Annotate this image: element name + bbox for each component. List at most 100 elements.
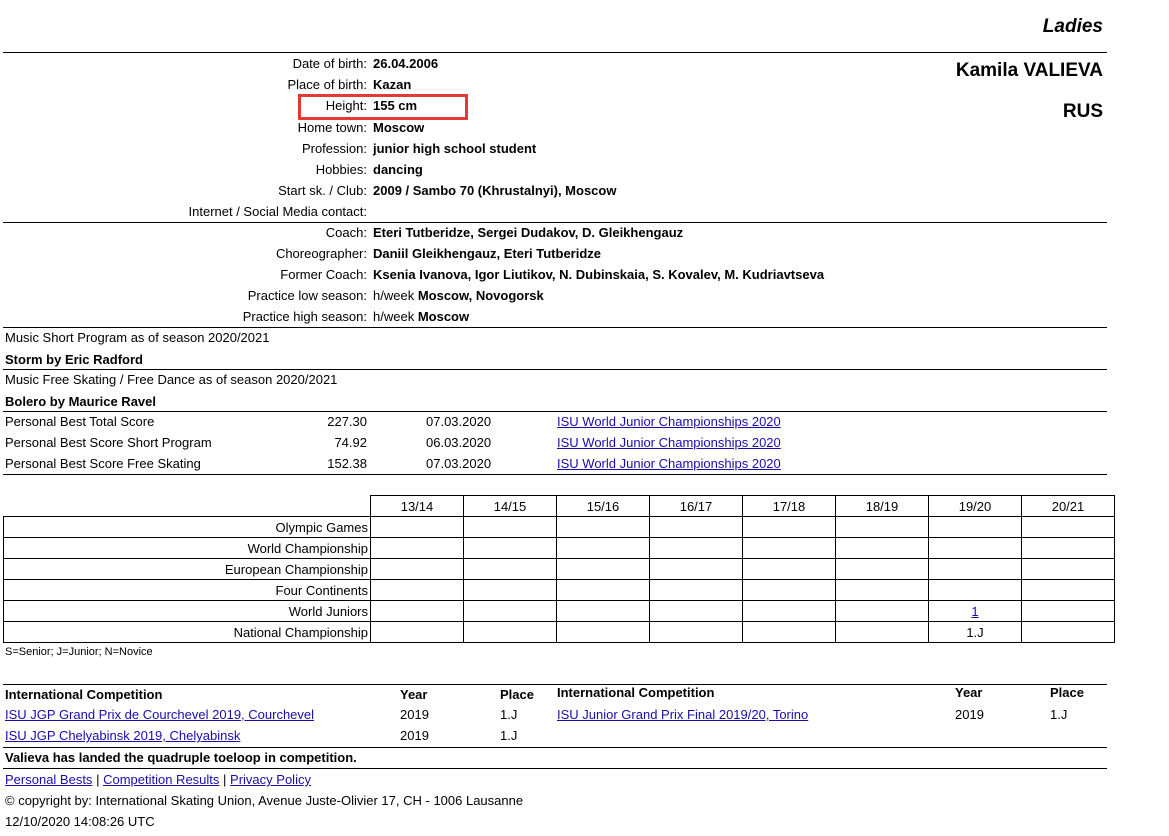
results-cell xyxy=(556,579,650,601)
bio-label: Internet / Social Media contact: xyxy=(188,204,367,220)
results-cell xyxy=(463,579,557,601)
results-cell xyxy=(370,558,464,580)
divider xyxy=(3,768,1107,769)
bio-value: 26.04.2006 xyxy=(373,56,439,71)
coaching-value-text: Moscow, Novogorsk xyxy=(417,288,544,303)
timestamp: 12/10/2020 14:08:26 UTC xyxy=(5,814,155,829)
privacy-policy-link[interactable]: Privacy Policy xyxy=(230,772,311,787)
result-link[interactable]: 1 xyxy=(971,604,978,619)
results-cell xyxy=(463,537,557,559)
season-header: 14/15 xyxy=(463,495,557,517)
hours-per-week: h/week xyxy=(373,309,415,324)
results-cell xyxy=(463,516,557,538)
season-header: 15/16 xyxy=(556,495,650,517)
results-cell xyxy=(649,621,743,643)
results-cell xyxy=(556,537,650,559)
results-cell: 1.J xyxy=(928,621,1022,643)
results-cell xyxy=(1021,621,1115,643)
pb-label: Personal Best Score Short Program xyxy=(5,435,212,450)
competition-results-link[interactable]: Competition Results xyxy=(103,772,219,787)
results-cell xyxy=(370,516,464,538)
results-cell xyxy=(742,558,836,580)
season-header: 17/18 xyxy=(742,495,836,517)
divider xyxy=(3,684,1107,685)
results-cell xyxy=(370,621,464,643)
coaching-value-text: Moscow xyxy=(417,309,470,324)
divider xyxy=(3,327,1107,328)
divider xyxy=(3,474,1107,475)
coaching-value-text: Eteri Tutberidze, Sergei Dudakov, D. Gle… xyxy=(373,225,684,240)
results-cell xyxy=(835,600,929,622)
results-row: World Juniors 1 xyxy=(3,600,1115,622)
results-cell xyxy=(556,621,650,643)
season-header: 18/19 xyxy=(835,495,929,517)
results-cell xyxy=(463,558,557,580)
results-cell xyxy=(370,579,464,601)
results-cell xyxy=(1021,516,1115,538)
separator: | xyxy=(96,772,100,787)
pb-score: 227.30 xyxy=(327,414,367,429)
bio-value: junior high school student xyxy=(373,140,537,156)
results-row-label: World Championship xyxy=(3,537,371,559)
intl-competition-link[interactable]: ISU JGP Chelyabinsk 2019, Chelyabinsk xyxy=(5,728,240,743)
results-cell xyxy=(742,600,836,622)
intl-competition-link[interactable]: ISU JGP Grand Prix de Courchevel 2019, C… xyxy=(5,707,314,722)
results-cell xyxy=(928,579,1022,601)
intl-competition-link[interactable]: ISU Junior Grand Prix Final 2019/20, Tor… xyxy=(557,707,808,722)
intl-year: 2019 xyxy=(400,707,429,722)
pb-event-link[interactable]: ISU World Junior Championships 2020 xyxy=(557,456,781,471)
coaching-value: Ksenia Ivanova, Igor Liutikov, N. Dubins… xyxy=(373,267,824,282)
results-row: National Championship 1.J xyxy=(3,621,1115,643)
results-cell xyxy=(649,516,743,538)
coaching-label: Coach: xyxy=(325,225,367,240)
note: Valieva has landed the quadruple toeloop… xyxy=(5,750,357,765)
results-row: Four Continents xyxy=(3,579,1115,601)
results-cell xyxy=(1021,537,1115,559)
intl-place: 1.J xyxy=(1050,707,1068,722)
intl-year: 2019 xyxy=(955,707,984,722)
results-cell xyxy=(742,579,836,601)
coaching-value-text: Daniil Gleikhengauz, Eteri Tutberidze xyxy=(373,246,602,261)
coaching-label: Former Coach: xyxy=(280,267,367,282)
divider xyxy=(3,52,1107,53)
results-row: World Championship xyxy=(3,537,1115,559)
results-cell: 1 xyxy=(928,600,1022,622)
header-empty-cell xyxy=(4,496,371,517)
category-title: Ladies xyxy=(1042,16,1103,37)
results-cell xyxy=(835,516,929,538)
coaching-value: h/week Moscow xyxy=(373,309,469,324)
intl-header-year: Year xyxy=(955,685,983,700)
results-legend: S=Senior; J=Junior; N=Novice xyxy=(5,646,153,658)
personal-bests-link[interactable]: Personal Bests xyxy=(5,772,92,787)
bio-label: Profession: xyxy=(301,140,367,156)
coaching-label: Practice low season: xyxy=(247,288,367,303)
bio-value: 2009 / Sambo 70 (Khrustalnyi), Moscow xyxy=(373,183,617,199)
results-cell xyxy=(928,516,1022,538)
results-cell xyxy=(556,600,650,622)
results-row: European Championship xyxy=(3,558,1115,580)
intl-place: 1.J xyxy=(500,707,518,722)
pb-event-link[interactable]: ISU World Junior Championships 2020 xyxy=(557,435,781,450)
results-cell xyxy=(649,558,743,580)
season-header: 19/20 xyxy=(928,495,1022,517)
height-highlight-box xyxy=(298,94,468,120)
results-cell xyxy=(835,558,929,580)
season-header: 20/21 xyxy=(1021,495,1115,517)
results-cell xyxy=(370,600,464,622)
divider xyxy=(3,222,1107,223)
divider xyxy=(3,411,1107,412)
pb-event-link[interactable]: ISU World Junior Championships 2020 xyxy=(557,414,781,429)
results-cell xyxy=(556,516,650,538)
athlete-name: Kamila VALIEVA xyxy=(955,60,1103,81)
bio-label: Start sk. / Club: xyxy=(278,183,367,199)
intl-header-competition: International Competition xyxy=(5,687,163,702)
season-header: 13/14 xyxy=(370,495,464,517)
bio-label: Date of birth: xyxy=(292,56,367,71)
results-cell xyxy=(1021,579,1115,601)
results-row-label: European Championship xyxy=(3,558,371,580)
results-cell xyxy=(835,621,929,643)
results-cell xyxy=(1021,558,1115,580)
results-cell xyxy=(556,558,650,580)
intl-year: 2019 xyxy=(400,728,429,743)
fs-music-label: Music Free Skating / Free Dance as of se… xyxy=(5,372,338,387)
